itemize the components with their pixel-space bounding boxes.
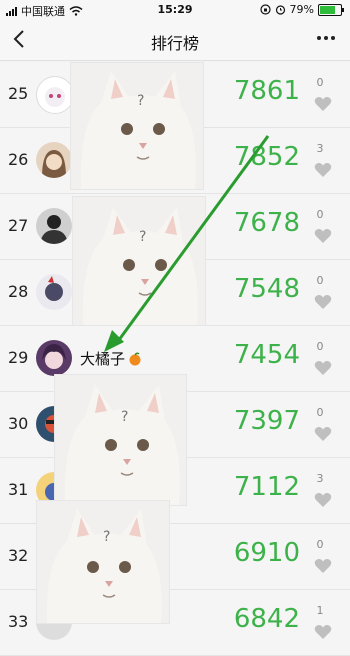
avatar[interactable] <box>36 208 72 244</box>
rank-number: 28 <box>8 282 29 301</box>
avatar[interactable] <box>36 76 74 114</box>
more-dots-icon <box>317 36 335 40</box>
rotation-lock-icon <box>259 4 271 15</box>
svg-text:?: ? <box>103 529 110 545</box>
user-name: 大橘子 <box>80 348 142 369</box>
like-count: 0 <box>316 538 324 551</box>
score: 6842 <box>233 604 300 634</box>
status-bar: 中国联通 15:29 79% <box>0 0 350 20</box>
score: 7861 <box>233 76 300 106</box>
score: 7112 <box>233 472 300 502</box>
avatar[interactable] <box>36 340 72 376</box>
page-title: 排行榜 <box>150 34 199 53</box>
like-count: 0 <box>316 274 324 287</box>
avatar[interactable] <box>36 142 72 178</box>
cat-sticker-image: ? <box>54 374 187 506</box>
score: 7678 <box>233 208 300 238</box>
avatar[interactable] <box>36 274 72 310</box>
like-count: 0 <box>316 340 324 353</box>
rank-number: 29 <box>8 348 29 367</box>
svg-text:?: ? <box>137 93 144 109</box>
rank-number: 26 <box>8 150 29 169</box>
nav-bar: 排行榜 <box>0 20 350 61</box>
like-count: 0 <box>316 406 324 419</box>
cat-sticker-image: ? <box>36 500 170 624</box>
rank-number: 31 <box>8 480 29 499</box>
heart-icon[interactable] <box>314 492 332 508</box>
heart-icon[interactable] <box>314 294 332 310</box>
battery-percent: 79% <box>289 3 314 16</box>
like-count: 3 <box>316 472 324 485</box>
rank-number: 30 <box>8 414 29 433</box>
cat-sticker-image: ? <box>70 62 204 190</box>
heart-icon[interactable] <box>314 228 332 244</box>
battery-icon <box>318 3 344 16</box>
rank-number: 27 <box>8 216 29 235</box>
svg-text:?: ? <box>121 409 128 425</box>
cat-sticker-image: ? <box>72 196 206 326</box>
like-count: 0 <box>316 208 324 221</box>
heart-icon[interactable] <box>314 558 332 574</box>
heart-icon[interactable] <box>314 624 332 640</box>
like-count: 3 <box>316 142 324 155</box>
score: 7397 <box>233 406 300 436</box>
svg-text:?: ? <box>139 229 146 245</box>
rank-number: 32 <box>8 546 29 565</box>
tangerine-emoji-icon <box>129 351 141 365</box>
heart-icon[interactable] <box>314 96 332 112</box>
score: 7454 <box>233 340 300 370</box>
like-count: 0 <box>316 76 324 89</box>
score: 7548 <box>233 274 300 304</box>
like-count: 1 <box>316 604 324 617</box>
user-name-text: 大橘子 <box>80 350 126 368</box>
heart-icon[interactable] <box>314 162 332 178</box>
rank-number: 25 <box>8 84 29 103</box>
score: 6910 <box>233 538 300 568</box>
alarm-icon <box>275 5 285 15</box>
more-button[interactable] <box>316 24 336 53</box>
score: 7852 <box>233 142 300 172</box>
heart-icon[interactable] <box>314 426 332 442</box>
heart-icon[interactable] <box>314 360 332 376</box>
